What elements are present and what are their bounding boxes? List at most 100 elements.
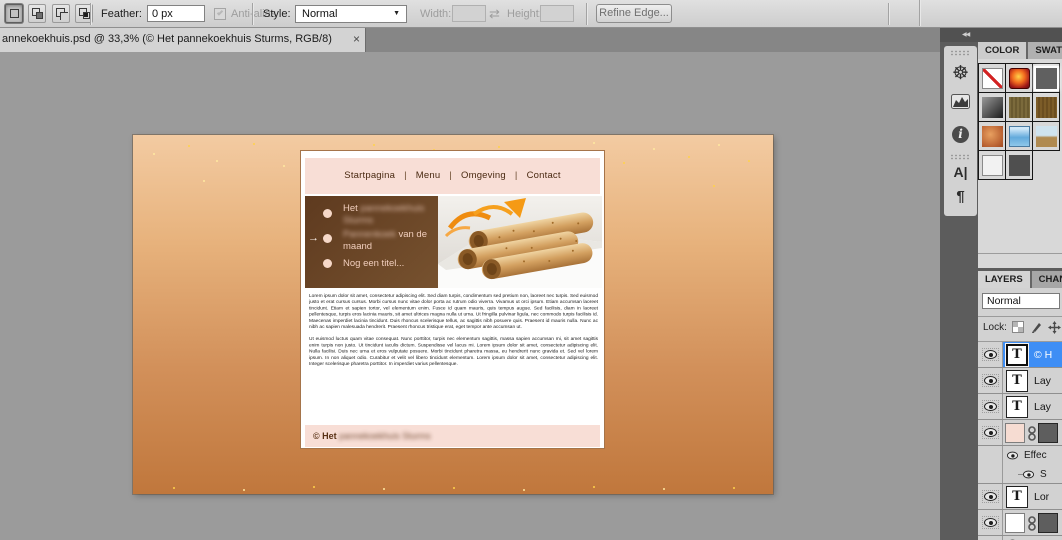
text-layer-thumbnail[interactable]: T bbox=[1006, 344, 1028, 366]
layer-mask-thumbnail[interactable] bbox=[1038, 423, 1058, 443]
style-select-value: Normal bbox=[302, 8, 337, 20]
layer-row[interactable]: T Lor bbox=[978, 484, 1062, 510]
visibility-eye-icon[interactable] bbox=[984, 492, 997, 501]
layer-row[interactable] bbox=[978, 510, 1062, 536]
layers-panel: Normal Lock: T © H bbox=[978, 288, 1062, 540]
effects-label: Effec bbox=[1024, 450, 1047, 461]
layer-effect-item-row[interactable]: S bbox=[978, 465, 1062, 484]
refine-edge-button[interactable]: Refine Edge... bbox=[596, 4, 672, 23]
style-swatch-landscape[interactable] bbox=[1036, 126, 1057, 147]
tab-layers[interactable]: LAYERS bbox=[978, 271, 1030, 288]
close-tab-icon[interactable]: × bbox=[353, 32, 360, 46]
subtract-from-selection-button[interactable] bbox=[52, 4, 70, 23]
document-tab[interactable]: annekoekhuis.psd @ 33,3% (© Het pannekoe… bbox=[0, 28, 366, 52]
visibility-eye-icon[interactable] bbox=[984, 402, 997, 411]
feather-label: Feather: bbox=[101, 8, 142, 20]
visibility-eye-icon[interactable] bbox=[984, 518, 997, 527]
layer-mask-link-icon[interactable] bbox=[1028, 426, 1036, 441]
drag-grip[interactable] bbox=[950, 154, 971, 160]
style-swatch-orange-texture[interactable] bbox=[982, 126, 1003, 147]
layer-row-selected[interactable]: T © H bbox=[978, 342, 1062, 368]
layer-effects-row[interactable]: Effec bbox=[978, 446, 1062, 465]
new-selection-icon bbox=[10, 9, 19, 18]
layer-mask-thumbnail[interactable] bbox=[1038, 513, 1058, 533]
active-item-arrow-icon: → bbox=[308, 232, 319, 244]
effect-name: S bbox=[1040, 469, 1047, 480]
style-swatch-dark-gray[interactable] bbox=[1036, 68, 1057, 89]
visibility-eye-icon[interactable] bbox=[1007, 452, 1018, 460]
website-nav: Startpagina|Menu|Omgeving|Contact bbox=[305, 158, 600, 194]
dock-header: ◀◀ bbox=[940, 28, 1062, 42]
styles-panel bbox=[978, 59, 1062, 268]
collapse-panels-icon[interactable]: ◀◀ bbox=[962, 31, 969, 38]
body-paragraph-2: Ut euismod luctus quam vitae consequat. … bbox=[309, 336, 598, 367]
divider bbox=[888, 3, 889, 25]
feather-input[interactable] bbox=[147, 5, 205, 22]
style-swatch-black-gradient[interactable] bbox=[982, 97, 1003, 118]
divider bbox=[90, 3, 91, 25]
tab-swatches[interactable]: SWAT bbox=[1028, 42, 1062, 59]
tab-color[interactable]: COLOR bbox=[978, 42, 1026, 59]
dropdown-arrow-icon: ▼ bbox=[393, 10, 400, 17]
style-swatch-white[interactable] bbox=[982, 155, 1003, 176]
fill-layer-thumbnail[interactable] bbox=[1005, 423, 1025, 443]
drag-grip[interactable] bbox=[950, 50, 971, 56]
color-panel-tab-bar: COLORSWAT bbox=[978, 42, 1062, 59]
text-layer-thumbnail[interactable]: T bbox=[1006, 396, 1028, 418]
divider bbox=[919, 0, 920, 26]
nav-item: Startpagina bbox=[344, 170, 395, 181]
lock-row: Lock: bbox=[978, 316, 1062, 338]
width-input bbox=[452, 5, 486, 22]
sparkle-decoration bbox=[133, 135, 135, 137]
layer-name: Lay bbox=[1034, 375, 1051, 387]
layers-panel-tab-bar: LAYERSCHAN bbox=[978, 271, 1062, 288]
divider bbox=[252, 3, 253, 25]
histogram-icon[interactable] bbox=[951, 94, 970, 109]
visibility-eye-icon[interactable] bbox=[984, 350, 997, 359]
navigator-icon[interactable]: ☸ bbox=[944, 62, 977, 85]
nav-separator: | bbox=[515, 170, 518, 181]
style-swatch-red-glow[interactable] bbox=[1009, 68, 1030, 89]
layer-name: © H bbox=[1034, 349, 1052, 361]
blend-mode-select[interactable]: Normal bbox=[982, 293, 1060, 309]
text-layer-thumbnail[interactable]: T bbox=[1006, 486, 1028, 508]
lock-transparency-icon[interactable] bbox=[1012, 321, 1024, 333]
anti-alias-checkbox bbox=[214, 8, 226, 20]
blend-mode-value: Normal bbox=[987, 295, 1021, 307]
lock-position-move-icon[interactable] bbox=[1048, 321, 1061, 334]
layer-name: Lay bbox=[1034, 401, 1051, 413]
document-tab-bar: annekoekhuis.psd @ 33,3% (© Het pannekoe… bbox=[0, 28, 940, 52]
sidebar-item-2: Pannenkoek van de maand bbox=[343, 229, 435, 253]
lock-pixels-brush-icon[interactable] bbox=[1031, 321, 1043, 333]
tab-channels[interactable]: CHAN bbox=[1032, 271, 1062, 288]
layer-mask-link-icon[interactable] bbox=[1028, 516, 1036, 531]
style-swatch-brown-texture[interactable] bbox=[1036, 97, 1057, 118]
fill-layer-thumbnail[interactable] bbox=[1005, 513, 1025, 533]
visibility-eye-icon[interactable] bbox=[984, 376, 997, 385]
style-swatch-blue-glass[interactable] bbox=[1009, 126, 1030, 147]
new-selection-button[interactable] bbox=[5, 4, 23, 23]
style-swatch-gray[interactable] bbox=[1009, 155, 1030, 176]
lock-label: Lock: bbox=[983, 322, 1007, 333]
bullet-icon bbox=[323, 259, 332, 268]
layer-row[interactable]: T Lay bbox=[978, 394, 1062, 420]
character-icon[interactable]: A| bbox=[944, 164, 977, 180]
style-select[interactable]: Normal ▼ bbox=[295, 5, 407, 23]
website-design: Startpagina|Menu|Omgeving|Contact Het pa… bbox=[300, 150, 605, 449]
style-swatch-none[interactable] bbox=[982, 68, 1003, 89]
text-layer-thumbnail[interactable]: T bbox=[1006, 370, 1028, 392]
layer-effects-row[interactable] bbox=[978, 536, 1062, 540]
style-swatch-olive-texture[interactable] bbox=[1009, 97, 1030, 118]
pancakes-photo bbox=[438, 196, 602, 288]
layer-row[interactable] bbox=[978, 420, 1062, 446]
info-icon[interactable]: i bbox=[952, 126, 969, 143]
add-to-selection-button[interactable] bbox=[28, 4, 46, 23]
website-footer: © Het pannekoekhuis Sturms bbox=[305, 425, 600, 447]
visibility-eye-icon[interactable] bbox=[984, 428, 997, 437]
paragraph-icon[interactable]: ¶ bbox=[944, 188, 977, 205]
layer-row[interactable]: T Lay bbox=[978, 368, 1062, 394]
panel-divider bbox=[978, 253, 1062, 254]
visibility-eye-icon[interactable] bbox=[1023, 471, 1034, 479]
document-canvas[interactable]: Startpagina|Menu|Omgeving|Contact Het pa… bbox=[133, 135, 773, 494]
nav-item: Omgeving bbox=[461, 170, 506, 181]
